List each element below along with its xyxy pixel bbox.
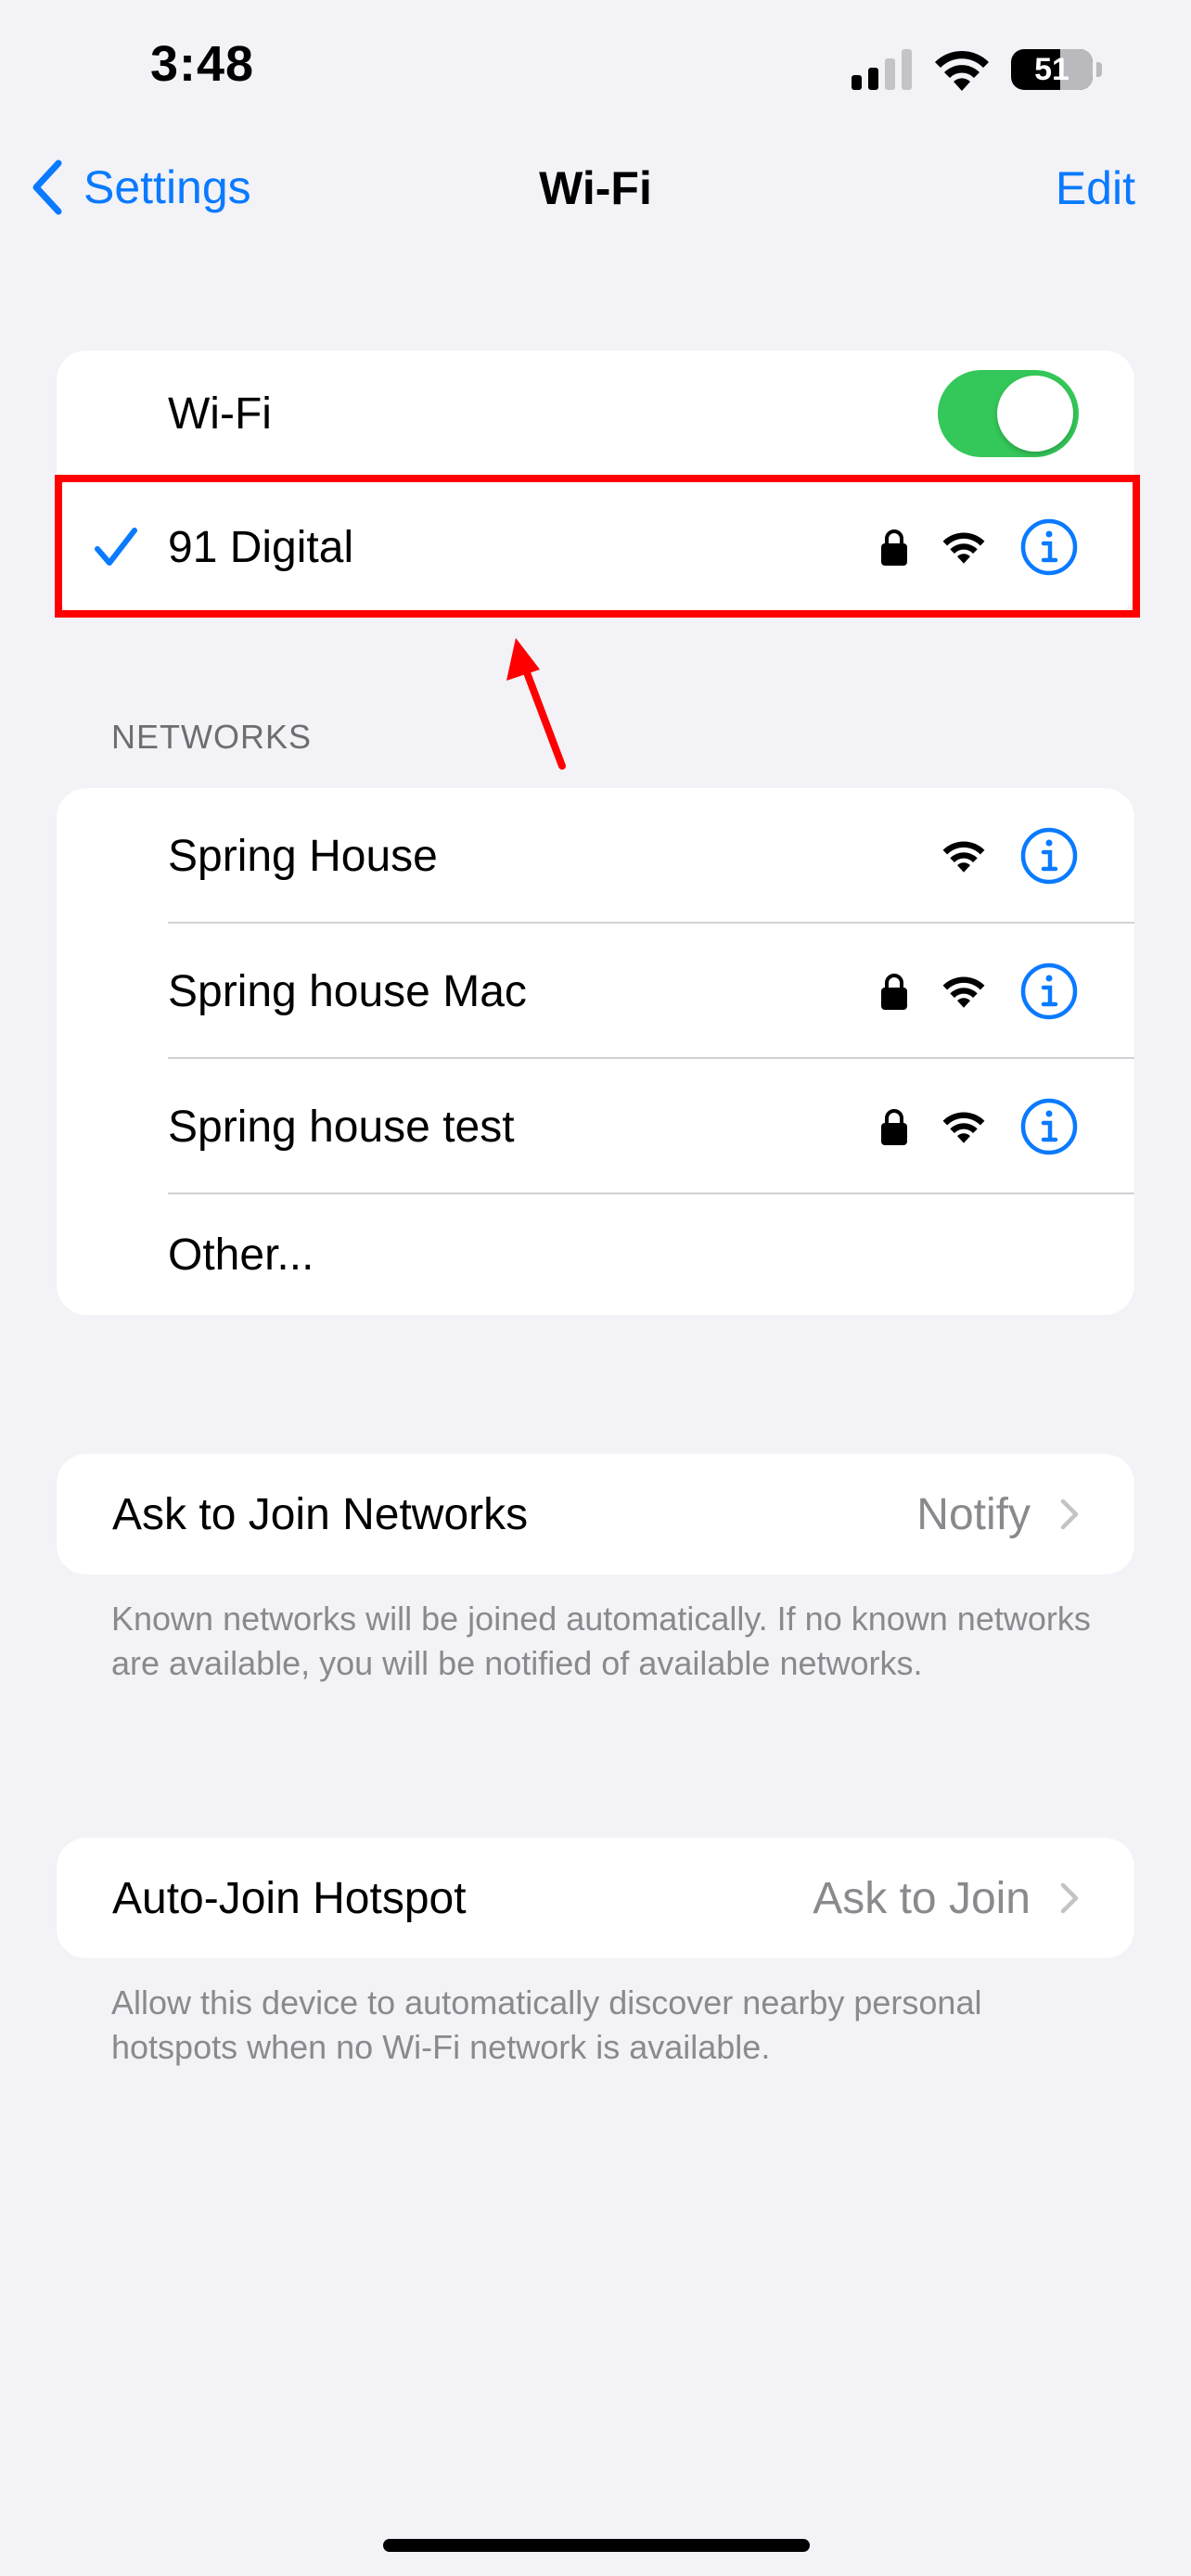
auto-join-card: Auto-Join Hotspot Ask to Join: [57, 1838, 1134, 1958]
network-icons: [880, 1097, 1079, 1156]
annotation-arrow: [506, 638, 566, 770]
auto-join-value: Ask to Join: [813, 1873, 1031, 1923]
networks-card: Spring House Spring house Mac Spring hou…: [57, 788, 1134, 1315]
info-icon[interactable]: [1019, 962, 1079, 1021]
info-icon[interactable]: [1019, 826, 1079, 886]
lock-icon: [881, 974, 907, 1010]
chevron-right-icon: [1060, 1882, 1079, 1914]
network-name: Spring house test: [168, 1102, 515, 1152]
home-indicator[interactable]: [383, 2539, 810, 2552]
ask-to-join-footnote: Known networks will be joined automatica…: [111, 1600, 1091, 1682]
wifi-icon: [942, 841, 985, 873]
network-icons: [880, 962, 1079, 1021]
wifi-icon: [942, 976, 985, 1008]
auto-join-label: Auto-Join Hotspot: [112, 1873, 467, 1923]
network-icons: [941, 826, 1079, 886]
network-row[interactable]: Spring house test: [57, 1059, 1134, 1194]
network-name: Spring house Mac: [168, 966, 527, 1016]
other-network-label: Other...: [168, 1230, 314, 1280]
ask-to-join-card: Ask to Join Networks Notify: [57, 1454, 1134, 1575]
wifi-icon: [942, 1112, 985, 1143]
ask-to-join-label: Ask to Join Networks: [112, 1489, 529, 1539]
lock-icon: [881, 1109, 907, 1145]
ask-to-join-row[interactable]: Ask to Join Networks Notify: [57, 1454, 1134, 1575]
other-network-row[interactable]: Other...: [57, 1194, 1134, 1315]
chevron-right-icon: [1060, 1498, 1079, 1530]
network-name: Spring House: [168, 831, 438, 881]
network-row[interactable]: Spring house Mac: [57, 924, 1134, 1059]
info-icon[interactable]: [1019, 1097, 1079, 1156]
auto-join-row[interactable]: Auto-Join Hotspot Ask to Join: [57, 1838, 1134, 1958]
auto-join-footnote: Allow this device to automatically disco…: [111, 1983, 982, 2066]
ask-to-join-value: Notify: [916, 1489, 1031, 1539]
